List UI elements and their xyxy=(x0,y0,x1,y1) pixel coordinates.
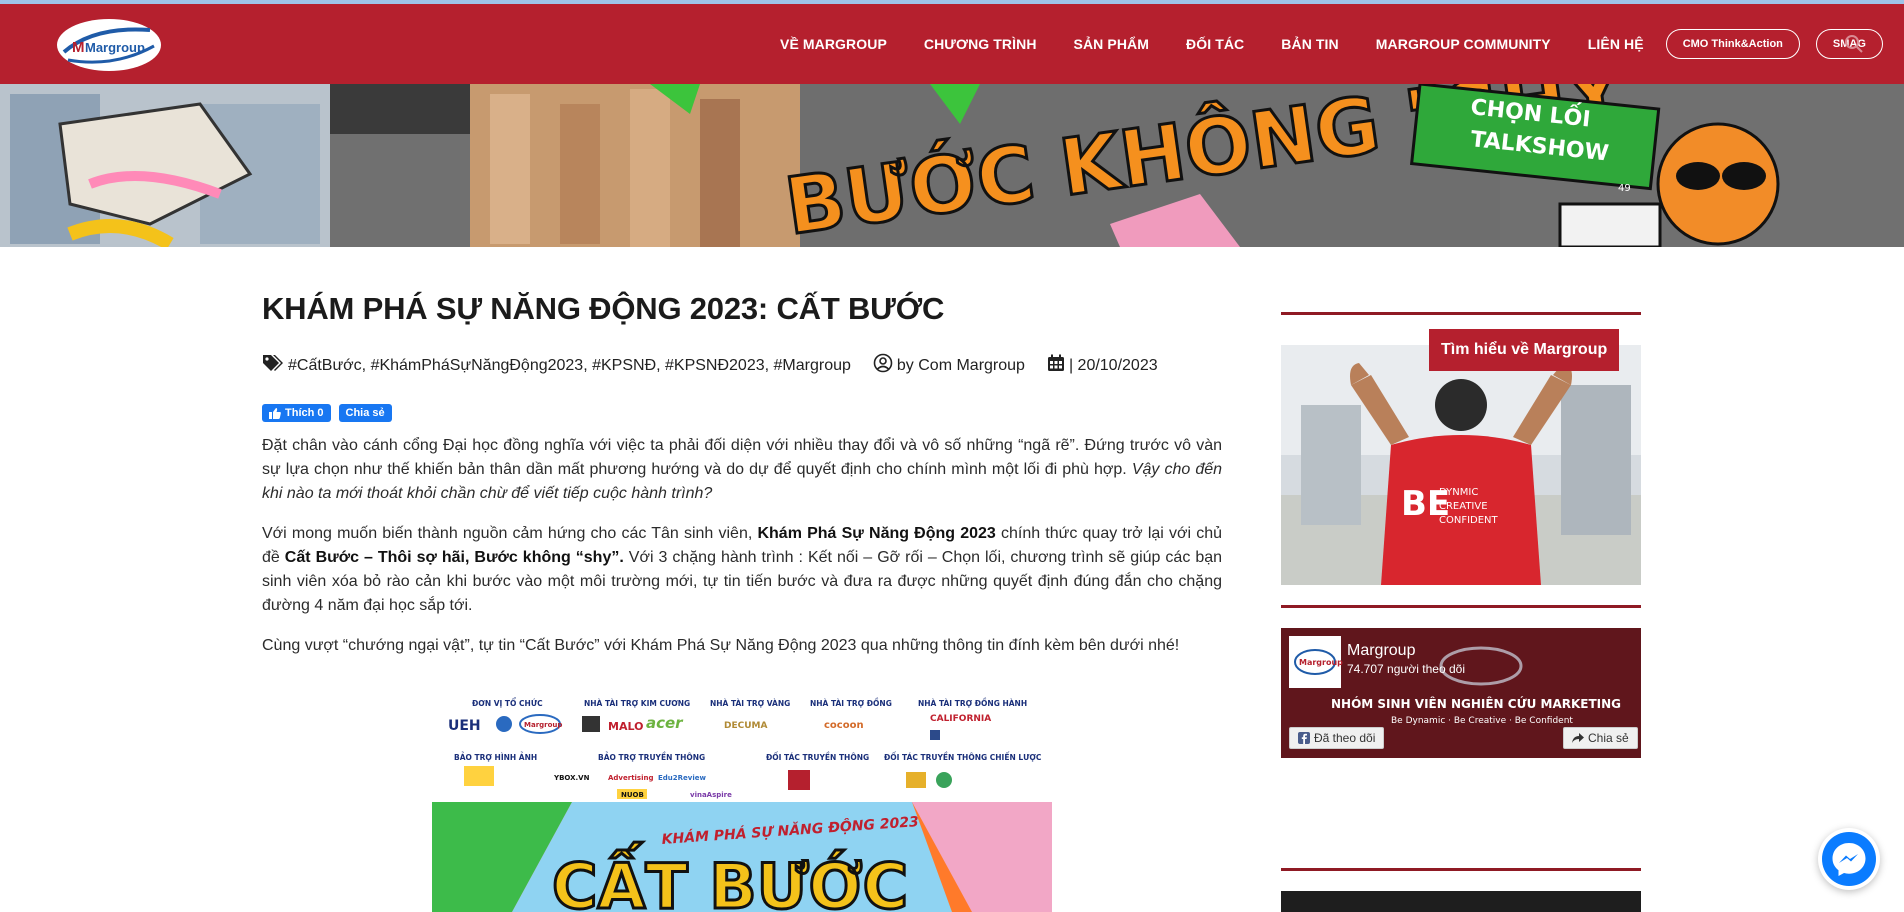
nav-contact[interactable]: LIÊN HỆ xyxy=(1588,36,1644,52)
fb-follower-count: 74.707 người theo dõi xyxy=(1347,662,1465,676)
logo-nuob: NUOB xyxy=(621,791,644,799)
facebook-page-widget[interactable]: NHÓM SINH VIÊN NGHIÊN CỨU MARKETING Be D… xyxy=(1281,628,1641,758)
fb-like-button[interactable]: Thích 0 xyxy=(262,404,331,423)
fb-followed-button[interactable]: Đã theo dõi xyxy=(1289,727,1385,749)
svg-text:Margroup: Margroup xyxy=(1299,658,1343,667)
fb-like-label: Thích 0 xyxy=(285,407,324,420)
logo-ueh: UEH xyxy=(448,718,481,734)
about-margroup-photo: BE DYNMIC CREATIVE CONFIDENT xyxy=(1281,345,1641,585)
sponsor-poster-image: ĐƠN VỊ TỔ CHỨC NHÀ TÀI TRỢ KIM CƯƠNG NHÀ… xyxy=(432,694,1052,912)
sponsor-group-media-partner: ĐỐI TÁC TRUYỀN THÔNG xyxy=(766,752,869,762)
fb-page-share-button[interactable]: Chia sẻ xyxy=(1563,727,1638,749)
calendar-icon xyxy=(1047,354,1069,377)
fb-cover-headline: NHÓM SINH VIÊN NGHIÊN CỨU MARKETING xyxy=(1331,696,1621,711)
shirt-text-confident: CONFIDENT xyxy=(1439,515,1499,526)
p2-bold-theme: Cất Bước – Thôi sợ hãi, Bước không “shy”… xyxy=(284,549,624,567)
margroup-logo[interactable]: M Margroup xyxy=(54,16,164,74)
svg-text:M: M xyxy=(72,39,85,56)
logo-advertising: Advertising xyxy=(608,774,654,782)
p1-text: Đặt chân vào cánh cổng Đại học đồng nghĩ… xyxy=(262,437,1222,479)
sponsor-group-companion: NHÀ TÀI TRỢ ĐỒNG HÀNH xyxy=(918,698,1027,708)
logo-ybox: YBOX.VN xyxy=(553,774,590,782)
sidebar: Tìm hiểu về Margroup BE DYNMIC CREATIVE … xyxy=(1281,312,1641,912)
nav-about[interactable]: VỀ MARGROUP xyxy=(780,36,887,52)
logo-edu2review: Edu2Review xyxy=(658,774,706,782)
sidebar-divider xyxy=(1281,312,1641,315)
main-nav: VỀ MARGROUP CHƯƠNG TRÌNH SẢN PHẨM ĐỐI TÁ… xyxy=(780,4,1899,84)
fb-cover-sub: Be Dynamic · Be Creative · Be Confident xyxy=(1391,716,1573,726)
logo-cocoon: cocoon xyxy=(824,720,864,731)
article-paragraph-3: Cùng vượt “chướng ngại vật”, tự tin “Cất… xyxy=(262,637,1180,655)
poster-title: CẤT BƯỚC xyxy=(552,842,908,912)
nav-partners[interactable]: ĐỐI TÁC xyxy=(1186,36,1244,52)
article-paragraph-1: Đặt chân vào cánh cổng Đại học đồng nghĩ… xyxy=(262,434,1222,506)
logo-decuma: DECUMA xyxy=(724,721,767,731)
logo-wordmark: Margroup xyxy=(85,40,145,55)
fb-followed-label: Đã theo dõi xyxy=(1314,731,1376,745)
meta-date: | 20/10/2023 xyxy=(1047,354,1158,377)
sponsor-group-image: BẢO TRỢ HÌNH ẢNH xyxy=(454,752,537,762)
site-header: M Margroup VỀ MARGROUP CHƯƠNG TRÌNH SẢN … xyxy=(0,4,1904,84)
user-icon xyxy=(873,353,897,378)
logo-acer: acer xyxy=(646,714,684,732)
social-buttons: Thích 0 Chia sẻ xyxy=(262,404,1222,423)
logo-vinaaspire: vinaAspire xyxy=(690,791,732,799)
nav-products[interactable]: SẢN PHẨM xyxy=(1074,36,1149,52)
about-margroup-widget[interactable]: Tìm hiểu về Margroup BE DYNMIC CREATIVE … xyxy=(1281,329,1641,585)
sponsor-group-bronze: NHÀ TÀI TRỢ ĐỒNG xyxy=(810,698,892,708)
nav-news[interactable]: BẢN TIN xyxy=(1281,36,1338,52)
sponsor-group-diamond: NHÀ TÀI TRỢ KIM CƯƠNG xyxy=(584,699,690,708)
article-meta: #CấtBước, #KhámPháSựNăngĐộng2023, #KPSNĐ… xyxy=(262,353,1222,378)
logo-malo: MALO xyxy=(608,720,643,733)
tags-list[interactable]: #CấtBước, #KhámPháSựNăngĐộng2023, #KPSNĐ… xyxy=(288,357,851,375)
sponsor-group-organizer: ĐƠN VỊ TỔ CHỨC xyxy=(472,698,543,708)
publish-date: | 20/10/2023 xyxy=(1068,356,1158,374)
logo-california: CALIFORNIA xyxy=(930,714,991,724)
sponsor-group-media: BẢO TRỢ TRUYỀN THÔNG xyxy=(598,752,705,762)
cmo-think-action-button[interactable]: CMO Think&Action xyxy=(1665,29,1800,59)
thumbs-up-icon xyxy=(269,407,281,419)
banner-artwork: BƯỚC KHÔNG "SHY" CHỌN LỐI TALKSHOW 49 xyxy=(0,84,1904,247)
logo-margroup-small: Margroup xyxy=(524,721,562,729)
sponsor-group-strategic: ĐỐI TÁC TRUYỀN THÔNG CHIẾN LƯỢC xyxy=(884,752,1042,762)
fb-page-name[interactable]: Margroup xyxy=(1347,642,1415,660)
hero-banner: BƯỚC KHÔNG "SHY" CHỌN LỐI TALKSHOW 49 xyxy=(0,84,1904,247)
article-paragraph-2: Với mong muốn biến thành nguồn cảm hứng … xyxy=(262,522,1222,618)
fb-share-button[interactable]: Chia sẻ xyxy=(338,404,392,423)
sponsor-group-gold: NHÀ TÀI TRỢ VÀNG xyxy=(710,699,790,708)
sidebar-divider xyxy=(1281,868,1641,871)
p2-bold-program: Khám Phá Sự Năng Động 2023 xyxy=(757,525,996,543)
meta-author: by Com Margroup xyxy=(873,353,1025,378)
sidebar-next-widget xyxy=(1281,891,1641,912)
messenger-chat-button[interactable] xyxy=(1818,828,1880,890)
author-name[interactable]: by Com Margroup xyxy=(897,357,1025,375)
nav-programs[interactable]: CHƯƠNG TRÌNH xyxy=(924,36,1037,52)
shirt-text-creative: CREATIVE xyxy=(1439,501,1488,512)
shirt-text-dynamic: DYNMIC xyxy=(1439,487,1478,498)
share-arrow-icon xyxy=(1572,733,1584,743)
facebook-icon xyxy=(1298,732,1310,744)
nav-community[interactable]: MARGROUP COMMUNITY xyxy=(1376,36,1551,52)
fb-share-label: Chia sẻ xyxy=(1588,731,1629,745)
sidebar-divider xyxy=(1281,605,1641,608)
p2-text-a: Với mong muốn biến thành nguồn cảm hứng … xyxy=(262,525,753,543)
messenger-icon xyxy=(1822,832,1876,886)
svg-text:49: 49 xyxy=(1618,183,1631,194)
tags-icon xyxy=(262,354,288,377)
meta-tags: #CấtBước, #KhámPháSựNăngĐộng2023, #KPSNĐ… xyxy=(262,354,851,377)
article-title: KHÁM PHÁ SỰ NĂNG ĐỘNG 2023: CẤT BƯỚC xyxy=(262,291,945,326)
article: KHÁM PHÁ SỰ NĂNG ĐỘNG 2023: CẤT BƯỚC #Cấ… xyxy=(262,290,1222,658)
about-margroup-badge[interactable]: Tìm hiểu về Margroup xyxy=(1429,329,1620,371)
search-icon[interactable] xyxy=(1844,34,1864,54)
